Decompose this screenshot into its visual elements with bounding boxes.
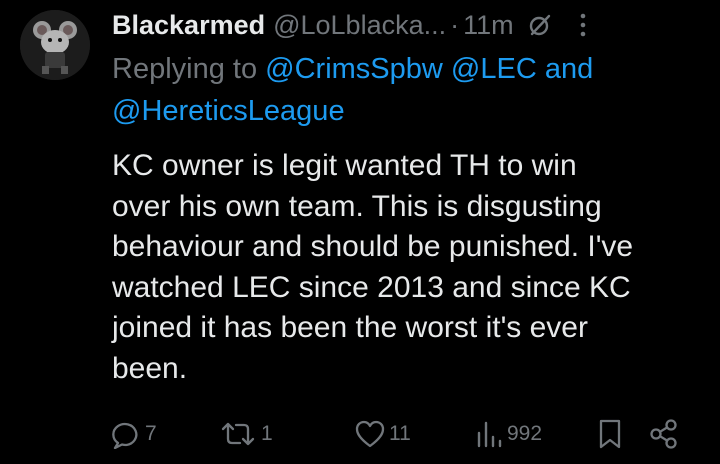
bookmark-button[interactable]	[596, 417, 624, 451]
views-button[interactable]: 992	[474, 417, 542, 451]
mention-conjunction[interactable]: and	[545, 53, 593, 85]
like-count: 11	[389, 422, 411, 445]
reply-button[interactable]: 7	[110, 417, 157, 451]
dot-separator: ·	[450, 9, 460, 40]
share-icon	[650, 419, 677, 449]
reply-count: 7	[145, 422, 157, 445]
action-bar: 7 1 11 992	[110, 417, 710, 451]
tweet-header: Blackarmed @LoLblacka... · 11m	[112, 4, 712, 46]
mouse-avatar-icon	[20, 10, 90, 80]
reply-icon	[112, 422, 138, 449]
mention-link[interactable]: @CrimsSpbw	[265, 53, 443, 85]
tweet-text-line: been.	[112, 351, 188, 385]
tweet-text-line: KC owner is legit wanted TH to win	[112, 149, 577, 182]
timestamp[interactable]: 11m	[463, 10, 514, 41]
views-chart-icon	[477, 421, 502, 448]
user-handle[interactable]: @LoLblacka...	[273, 10, 446, 41]
retweet-count: 1	[261, 422, 273, 445]
replying-to: Replying to @CrimsSpbw @LEC and @Heretic…	[112, 48, 712, 132]
retweet-button[interactable]: 1	[218, 417, 273, 451]
mention-link[interactable]: @LEC	[451, 53, 537, 85]
bookmark-icon	[599, 419, 621, 449]
retweet-icon	[221, 422, 255, 446]
replying-to-label: Replying to	[112, 53, 258, 85]
like-button[interactable]: 11	[354, 417, 411, 451]
tweet-text-line: joined it has been the worst it's ever	[112, 311, 588, 344]
display-name[interactable]: Blackarmed	[112, 10, 265, 41]
views-count: 992	[507, 422, 543, 445]
more-options-icon[interactable]	[578, 12, 588, 38]
tweet-text-line: over his own team. This is disgusting	[112, 189, 602, 223]
tweet-text-line: watched LEC since 2013 and since KC	[112, 270, 631, 304]
tweet-body: KC owner is legit wanted TH to win over …	[112, 146, 712, 389]
grok-icon[interactable]	[528, 13, 552, 37]
heart-icon	[355, 420, 385, 448]
tweet-text-line: behaviour and should be punished. I've	[112, 230, 634, 263]
mention-link[interactable]: @HereticsLeague	[112, 95, 345, 127]
avatar[interactable]	[20, 10, 90, 80]
share-button[interactable]	[648, 417, 680, 451]
